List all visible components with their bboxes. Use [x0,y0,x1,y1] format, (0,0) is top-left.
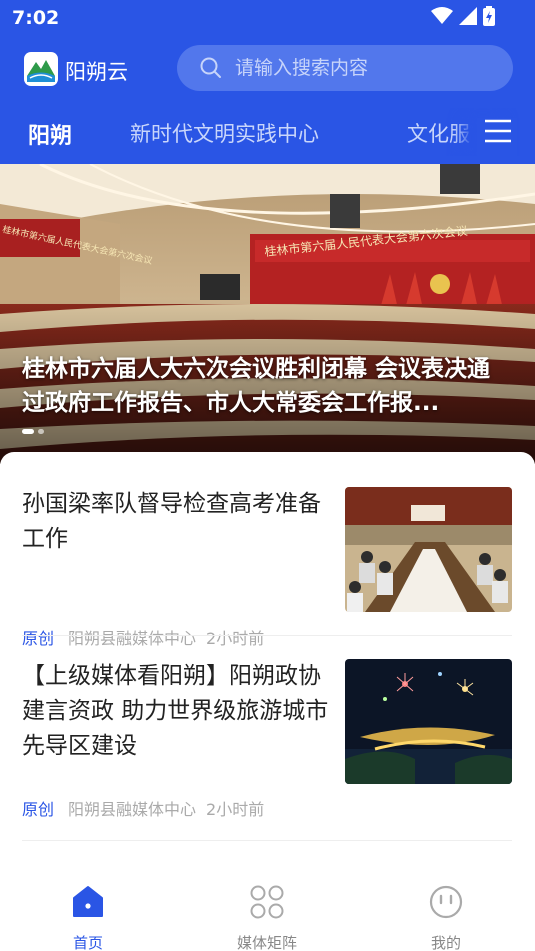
headline-banner[interactable]: 桂林市第六届人民代表大会第六次会议 桂林市第六届人民代表大会第六次会议 桂林市六… [0,164,535,464]
news-meta: 原创 阳朔县融媒体中心 2小时前 [22,625,264,649]
nav-mine-label: 我的 [430,934,461,951]
search-input[interactable] [235,45,495,91]
menu-icon[interactable] [477,118,517,156]
divider [22,840,512,841]
original-tag: 原创 [22,629,55,648]
smiley-icon [429,885,463,919]
banner-title[interactable]: 桂林市六届人大六次会议胜利闭幕 会议表决通过政府工作报告、市人大常委会工作报..… [22,352,512,420]
news-source: 阳朔县融媒体中心 [68,800,197,819]
news-time: 2小时前 [206,629,265,648]
app-name: 阳朔云 [65,60,128,84]
nav-home[interactable]: 首页 [38,872,138,951]
nav-home-label: 首页 [72,934,103,951]
signal-icon [459,7,477,25]
tab-civilization-center[interactable]: 新时代文明实践中心 [130,118,319,148]
search-bar[interactable] [177,45,513,91]
nav-media-matrix[interactable]: 媒体矩阵 [217,872,317,951]
divider [22,635,512,636]
carousel-dots [22,429,44,434]
news-title[interactable]: 孙国梁率队督导检查高考准备工作 [22,487,332,557]
carousel-dot[interactable] [38,429,44,434]
news-feed: 孙国梁率队督导检查高考准备工作 原创 阳朔县融媒体中心 2小时前 【上级媒体看阳朔】… [0,452,535,862]
tab-yangshuo[interactable]: 阳朔 [28,118,72,150]
home-icon [73,886,103,917]
status-icons [431,6,495,26]
app-bar: 阳朔云 [0,44,535,94]
grid-icon [250,885,284,919]
original-tag: 原创 [22,800,55,819]
header: 7:02 阳朔云 请输入搜索内容 阳朔 新时代文明实践中心 文化服 [0,0,535,164]
app-logo [24,52,58,86]
news-item[interactable]: 【上级媒体看阳朔】阳朔政协建言资政 助力世界级旅游城市先导区建设 原创 阳朔县融媒… [22,659,512,819]
battery-icon [483,6,495,26]
news-item[interactable]: 孙国梁率队督导检查高考准备工作 原创 阳朔县融媒体中心 2小时前 [22,487,512,648]
news-source: 阳朔县融媒体中心 [68,629,197,648]
channel-tabs: 阳朔 新时代文明实践中心 文化服 [0,108,535,156]
news-thumbnail[interactable] [345,487,512,612]
nav-media-matrix-label: 媒体矩阵 [236,934,297,951]
news-meta: 原创 阳朔县融媒体中心 2小时前 [22,796,264,820]
search-icon [200,57,221,78]
status-bar: 7:02 [0,0,535,36]
wifi-icon [431,7,453,24]
carousel-dot-active[interactable] [22,429,34,434]
status-time: 7:02 [12,7,60,29]
nav-mine[interactable]: 我的 [396,872,496,951]
news-thumbnail[interactable] [345,659,512,784]
bottom-nav: 首页 媒体矩阵 我的 [0,862,535,951]
news-time: 2小时前 [206,800,265,819]
news-title[interactable]: 【上级媒体看阳朔】阳朔政协建言资政 助力世界级旅游城市先导区建设 [22,659,332,764]
tab-culture-service[interactable]: 文化服 [407,118,470,148]
